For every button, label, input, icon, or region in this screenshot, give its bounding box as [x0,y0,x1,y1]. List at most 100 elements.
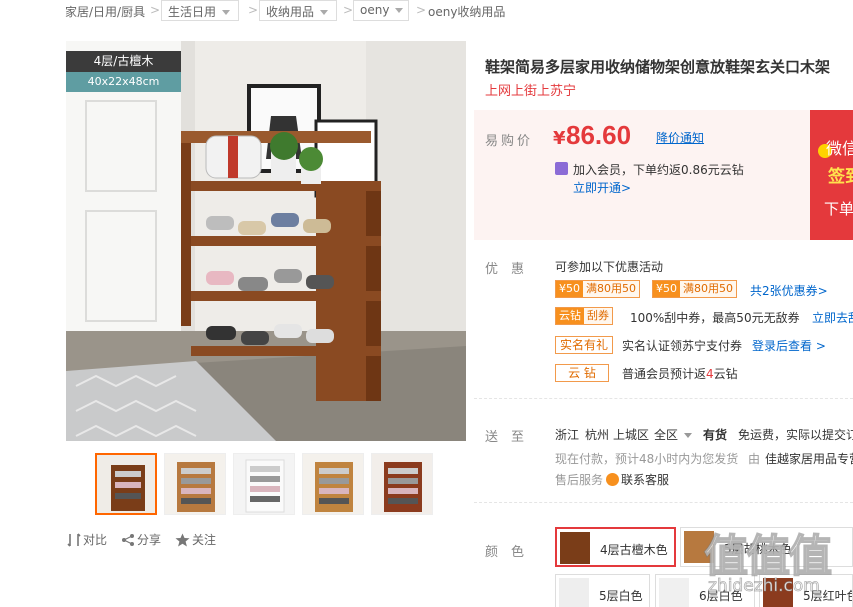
store-link[interactable]: 佳越家居用品专营店 [765,450,853,467]
cloud-scratch-badge[interactable]: 云钻 刮券 [555,307,613,325]
coupon-condition: 满80用50 [680,281,736,297]
thumbnail-2[interactable] [164,453,226,515]
product-actions: 对比 分享 关注 [67,531,267,551]
ship-area-dropdown[interactable]: 全区 [654,426,692,443]
shipping-fee: 免运费，实际以提交订 [738,428,853,442]
color-swatch [559,578,589,607]
wechat-banner-line2: 签到 [828,167,853,187]
cloud-point-text: 普通会员预计返4云钻 [622,365,738,382]
coupon-amount: ¥50 [653,281,680,297]
coupon-condition: 满80用50 [583,281,639,297]
member-icon [555,162,568,175]
spec-tag-size: 40x22x48cm [66,72,181,92]
coupons-more-link[interactable]: 共2张优惠券> [750,282,828,299]
wechat-signin-banner[interactable]: 微信 签到 下单 [810,110,853,240]
share-button[interactable]: 分享 [121,531,161,548]
breadcrumb-separator: > [416,3,427,17]
breadcrumb-separator: > [343,3,354,17]
color-option-label: 6层白色 [699,589,743,603]
thumbnail-image [234,454,294,514]
price-drop-notice-link[interactable]: 降价通知 [656,129,704,146]
breadcrumb-category-label: 生活日用 [168,5,217,19]
breadcrumb-brand-dropdown[interactable]: oeny [353,0,409,21]
realname-login-link[interactable]: 登录后查看 > [752,337,826,354]
compare-label: 对比 [83,533,108,547]
breadcrumb-brand-label: oeny [360,3,390,17]
cloud-point-suffix: 云钻 [713,367,738,381]
product-subtitle[interactable]: 上网上街上苏宁 [485,80,576,99]
ship-area-label: 全区 [654,428,679,442]
price-value: 86.60 [566,120,632,150]
product-main-image[interactable]: 4层/古檀木 40x22x48cm [66,41,466,441]
thumbnail-5[interactable] [371,453,433,515]
chevron-down-icon [683,433,692,438]
chevron-down-icon [320,10,329,15]
color-option-3[interactable]: 5层白色 [555,574,650,607]
chevron-down-icon [395,8,404,13]
breadcrumb-separator: > [248,3,259,17]
promotions-label: 优惠 [485,262,538,277]
price-panel: 易购价 ¥ 86.60 降价通知 加入会员，下单约返0.86元云钻 立即开通> … [474,110,853,240]
color-option-2[interactable]: 5层胡桃木色 [680,527,853,567]
shipping-from-prefix: 由 [748,452,761,466]
spec-tag-model: 4层/古檀木 [66,51,181,72]
thumbnail-1[interactable] [95,453,157,515]
divider [474,398,853,399]
customer-service-link[interactable]: 联系客服 [606,471,669,488]
spec-tag: 4层/古檀木 40x22x48cm [66,51,181,92]
cloud-scratch-link[interactable]: 立即去刮 [812,309,853,326]
color-option-4[interactable]: 6层白色 [655,574,755,607]
color-swatch [684,531,714,563]
member-open-link[interactable]: 立即开通> [573,179,631,196]
thumbnail-3[interactable] [233,453,295,515]
wechat-banner-line1: 微信 [826,139,853,158]
breadcrumb-subcategory-dropdown[interactable]: 收纳用品 [259,0,337,21]
price-label: 易购价 [485,134,534,149]
color-swatch [659,578,689,607]
share-icon [122,534,134,546]
ship-district[interactable]: 上城区 [613,426,649,443]
cloud-point-prefix: 普通会员预计返 [622,367,707,381]
ship-city[interactable]: 杭州 [585,426,609,443]
follow-label: 关注 [192,533,217,547]
follow-button[interactable]: 关注 [175,531,216,548]
realname-text: 实名认证领苏宁支付券 [622,339,743,353]
color-option-label: 5层胡桃木色 [724,542,792,556]
breadcrumb-category-dropdown[interactable]: 生活日用 [161,0,239,21]
cloud-badge-left: 云钻 [556,308,584,324]
stock-status: 有货 [703,428,728,442]
color-swatch [560,532,590,564]
breadcrumb: 家居/日用/厨具 > 生活日用 > 收纳用品 > oeny > oeny收纳用品 [0,0,853,22]
cloud-badge-right: 刮券 [584,308,612,324]
divider [474,502,853,503]
product-title: 鞋架简易多层家用收纳储物架创意放鞋架玄关口木架 [485,58,831,76]
price-currency: ¥ [553,128,566,149]
shipping-label: 送至 [485,430,538,445]
after-sale-label: 售后服务 [555,473,604,487]
ship-province[interactable]: 浙江 [555,426,579,443]
thumbnail-image [165,454,225,514]
color-option-label: 4层古檀木色 [600,543,668,557]
customer-service-label: 联系客服 [621,473,670,487]
coupon-2[interactable]: ¥50 满80用50 [652,280,737,298]
shipping-note: 现在付款，预计48小时内为您发货 [555,452,739,466]
breadcrumb-root[interactable]: 家居/日用/厨具 [65,3,145,20]
coupon-1[interactable]: ¥50 满80用50 [555,280,640,298]
color-option-label: 5层白色 [599,589,643,603]
compare-button[interactable]: 对比 [67,531,107,548]
breadcrumb-current: oeny收纳用品 [428,5,506,19]
thumbnail-4[interactable] [302,453,364,515]
thumbnail-image [372,454,432,514]
cloud-point-number: 4 [706,367,714,381]
share-label: 分享 [137,533,162,547]
chat-icon [606,473,619,486]
thumbnail-image [303,454,363,514]
coupon-amount: ¥50 [556,281,583,297]
color-option-1[interactable]: 4层古檀木色 [555,527,676,567]
wechat-banner-line3: 下单 [824,200,853,218]
breadcrumb-separator: > [150,3,161,17]
color-option-5[interactable]: 5层红叶色 [759,574,853,607]
compare-icon [67,533,81,547]
color-label: 颜色 [485,545,538,560]
shoe-rack-photo [66,41,466,441]
